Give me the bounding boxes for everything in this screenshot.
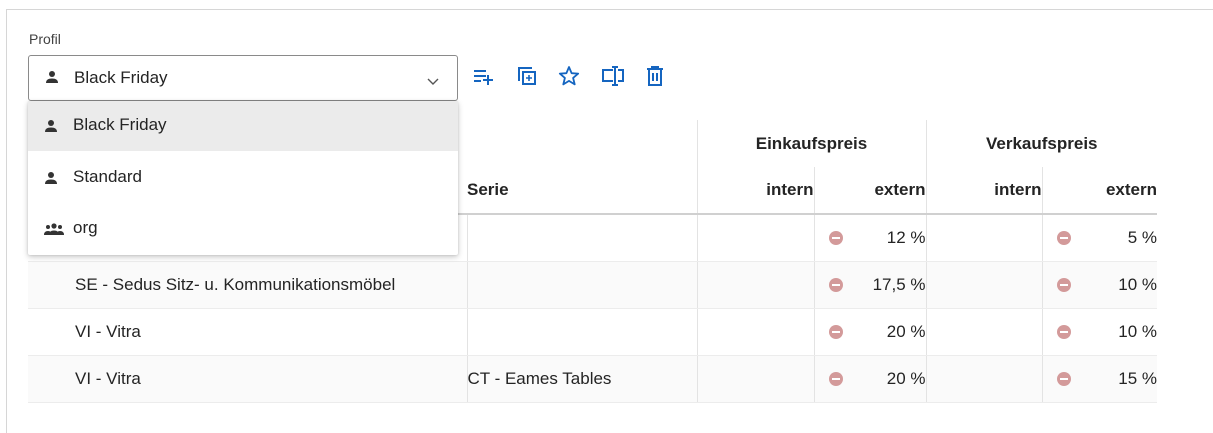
cell-hersteller: VI - Vitra (75, 355, 467, 403)
cell-ek-extern: 12 % (813, 214, 926, 262)
group-icon (44, 222, 64, 241)
cell-ek-intern (696, 261, 814, 309)
value-vk-extern: 15 % (1118, 368, 1157, 388)
cell-vk-extern: 10 % (1041, 308, 1157, 356)
cell-vk-intern (925, 355, 1042, 403)
delete-icon[interactable] (643, 64, 667, 88)
remove-icon[interactable] (828, 371, 843, 386)
value-ek-extern: 20 % (886, 368, 926, 388)
cell-hersteller: SE - Sedus Sitz- u. Kommunikationsmöbel (75, 261, 467, 309)
remove-icon[interactable] (828, 230, 843, 245)
remove-icon[interactable] (1056, 277, 1071, 292)
remove-icon[interactable] (828, 324, 843, 339)
cell-serie (466, 308, 697, 356)
profile-option-black-friday[interactable]: Black Friday (28, 101, 458, 151)
profile-option-org[interactable]: org (28, 204, 458, 254)
profile-select-value: Black Friday (74, 68, 168, 87)
person-icon (44, 119, 58, 138)
header-vk-extern[interactable]: extern (1041, 167, 1157, 215)
cell-vk-intern (925, 261, 1042, 309)
option-label: Standard (73, 167, 142, 186)
cell-ek-intern (696, 308, 814, 356)
header-ek-extern[interactable]: extern (813, 167, 926, 215)
header-vk-intern[interactable]: intern (925, 167, 1042, 215)
cell-ek-intern (696, 214, 814, 262)
profile-option-standard[interactable]: Standard (28, 153, 458, 203)
rename-icon[interactable] (601, 64, 625, 88)
table-row[interactable]: SE - Sedus Sitz- u. Kommunikationsmöbel … (28, 261, 1157, 309)
option-label: org (73, 218, 98, 237)
table-row[interactable]: VI - Vitra 20 % 10 % (28, 308, 1157, 356)
star-icon[interactable] (557, 64, 581, 88)
profile-dropdown-menu: Black Friday Standard org (28, 101, 458, 255)
value-vk-extern: 5 % (1127, 227, 1157, 247)
profile-label: Profil (29, 31, 61, 47)
person-icon (44, 171, 58, 190)
header-serie[interactable]: Serie (467, 167, 697, 215)
header-ek-intern[interactable]: intern (696, 167, 814, 215)
cell-vk-intern (925, 214, 1042, 262)
cell-hersteller: VI - Vitra (75, 308, 467, 356)
add-list-icon[interactable] (471, 64, 495, 88)
cell-serie: CT - Eames Tables (466, 355, 697, 403)
value-ek-extern: 12 % (886, 227, 926, 247)
cell-vk-extern: 5 % (1041, 214, 1157, 262)
cell-serie (466, 261, 697, 309)
header-einkaufspreis: Einkaufspreis (696, 120, 926, 167)
value-ek-extern: 17,5 % (872, 274, 926, 294)
copy-icon[interactable] (515, 64, 539, 88)
cell-serie (466, 214, 697, 262)
profile-select[interactable]: Black Friday (28, 55, 458, 101)
cell-ek-extern: 20 % (813, 355, 926, 403)
remove-icon[interactable] (1056, 371, 1071, 386)
remove-icon[interactable] (1056, 324, 1071, 339)
cell-ek-extern: 20 % (813, 308, 926, 356)
header-verkaufspreis: Verkaufspreis (925, 120, 1157, 167)
value-vk-extern: 10 % (1118, 321, 1157, 341)
cell-ek-intern (696, 355, 814, 403)
cell-vk-extern: 10 % (1041, 261, 1157, 309)
chevron-down-icon[interactable] (427, 73, 439, 91)
cell-vk-intern (925, 308, 1042, 356)
option-label: Black Friday (73, 115, 167, 134)
value-ek-extern: 20 % (886, 321, 926, 341)
table-row[interactable]: VI - Vitra CT - Eames Tables 20 % 15 % (28, 355, 1157, 403)
person-icon (45, 70, 59, 89)
remove-icon[interactable] (828, 277, 843, 292)
value-vk-extern: 10 % (1118, 274, 1157, 294)
cell-ek-extern: 17,5 % (813, 261, 926, 309)
cell-vk-extern: 15 % (1041, 355, 1157, 403)
remove-icon[interactable] (1056, 230, 1071, 245)
